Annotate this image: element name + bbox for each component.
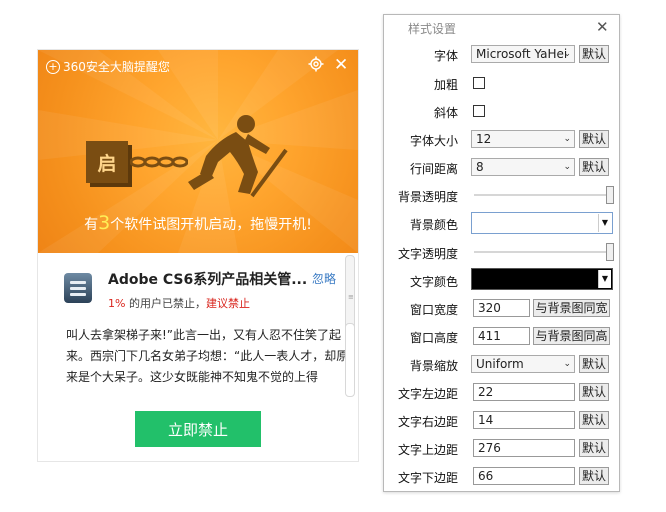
description-scrollbar[interactable] bbox=[345, 323, 355, 397]
margin-right-label: 文字右边距 bbox=[397, 415, 458, 429]
bg-scale-label: 背景缩放 bbox=[409, 359, 458, 373]
bg-scale-default-button[interactable]: 默认 bbox=[579, 355, 609, 373]
font-select-value: Microsoft YaHei bbox=[476, 47, 568, 61]
bg-scale-select[interactable]: Uniform ⌄ bbox=[471, 355, 575, 373]
font-default-button[interactable]: 默认 bbox=[579, 45, 609, 63]
panel-close-icon[interactable]: ✕ bbox=[596, 18, 609, 36]
bold-label: 加粗 bbox=[433, 78, 458, 92]
window-width-label: 窗口宽度 bbox=[409, 303, 458, 317]
app-title: Adobe CS6系列产品相关管... bbox=[108, 272, 308, 288]
disabled-percent: 1% bbox=[108, 297, 126, 310]
banner-msg-prefix: 有 bbox=[84, 217, 99, 233]
margin-bottom-label: 文字下边距 bbox=[397, 471, 458, 485]
chevron-down-icon: ⌄ bbox=[563, 134, 571, 144]
scrollbar-grip-icon: ≡ bbox=[348, 293, 354, 301]
text-opacity-slider[interactable] bbox=[474, 243, 614, 261]
startup-alert-popup: + 360安全大脑提醒您 ✕ 启 有3个软件试图开机启动，拖慢开机! Adobe… bbox=[38, 50, 358, 461]
bg-opacity-label: 背景透明度 bbox=[397, 190, 458, 204]
text-opacity-label: 文字透明度 bbox=[397, 247, 458, 261]
chevron-down-icon: ⌄ bbox=[563, 49, 571, 59]
bg-scale-value: Uniform bbox=[476, 357, 524, 371]
slider-track bbox=[474, 251, 610, 253]
line-spacing-label: 行间距离 bbox=[409, 162, 458, 176]
margin-top-default-button[interactable]: 默认 bbox=[579, 439, 609, 457]
text-color-label: 文字颜色 bbox=[409, 275, 458, 289]
runner-figure-icon bbox=[188, 115, 288, 198]
slider-track bbox=[474, 194, 610, 196]
chevron-down-icon: ⌄ bbox=[563, 162, 571, 172]
margin-right-input[interactable]: 14 bbox=[473, 411, 575, 429]
settings-gear-icon[interactable] bbox=[308, 56, 324, 76]
font-size-value: 12 bbox=[476, 132, 492, 146]
margin-top-label: 文字上边距 bbox=[397, 443, 458, 457]
line-spacing-select[interactable]: 8 ⌄ bbox=[471, 158, 575, 176]
ignore-link[interactable]: 忽略 bbox=[312, 270, 336, 287]
adobe-app-icon bbox=[64, 273, 92, 303]
window-height-label: 窗口高度 bbox=[409, 331, 458, 345]
brand-header: + 360安全大脑提醒您 bbox=[46, 58, 170, 75]
dropdown-arrow-icon: ▼ bbox=[598, 214, 611, 232]
style-settings-panel: 样式设置 ✕ 字体 Microsoft YaHei ⌄ 默认 加粗 斜体 字体大… bbox=[383, 14, 620, 492]
disabled-text: 的用户已禁止， bbox=[125, 297, 206, 310]
window-width-input[interactable]: 320 bbox=[473, 299, 530, 317]
description-area: 叫人去拿架梯子来!”此言一出，又有人忍不住笑了起来。西宗门下几名女弟子均想：“此… bbox=[38, 323, 358, 395]
advise-disable-link[interactable]: 建议禁止 bbox=[206, 297, 250, 310]
italic-label: 斜体 bbox=[433, 106, 458, 120]
bold-checkbox[interactable] bbox=[473, 77, 485, 89]
margin-left-input[interactable]: 22 bbox=[473, 383, 575, 401]
block-char: 启 bbox=[97, 152, 117, 175]
panel-title: 样式设置 bbox=[408, 22, 457, 36]
app-list-item: Adobe CS6系列产品相关管... 忽略 1% 的用户已禁止，建议禁止 bbox=[38, 253, 358, 323]
match-bg-height-button[interactable]: 与背景图同高 bbox=[533, 327, 610, 345]
font-select[interactable]: Microsoft YaHei ⌄ bbox=[471, 45, 575, 63]
font-size-default-button[interactable]: 默认 bbox=[579, 130, 609, 148]
bg-color-label: 背景颜色 bbox=[409, 218, 458, 232]
match-bg-width-button[interactable]: 与背景图同宽 bbox=[533, 299, 610, 317]
startup-block-icon: 启 bbox=[86, 141, 128, 183]
app-subtext: 1% 的用户已禁止，建议禁止 bbox=[108, 295, 250, 311]
window-height-input[interactable]: 411 bbox=[473, 327, 530, 345]
margin-right-default-button[interactable]: 默认 bbox=[579, 411, 609, 429]
line-spacing-default-button[interactable]: 默认 bbox=[579, 158, 609, 176]
slider-thumb[interactable] bbox=[606, 186, 614, 204]
font-size-label: 字体大小 bbox=[409, 134, 458, 148]
plus-logo-icon: + bbox=[46, 59, 60, 74]
chevron-down-icon: ⌄ bbox=[563, 359, 571, 369]
font-size-select[interactable]: 12 ⌄ bbox=[471, 130, 575, 148]
description-text: 叫人去拿架梯子来!”此言一出，又有人忍不住笑了起来。西宗门下几名女弟子均想：“此… bbox=[66, 328, 349, 384]
banner-msg-suffix: 个软件试图开机启动，拖慢开机! bbox=[110, 217, 312, 233]
margin-left-default-button[interactable]: 默认 bbox=[579, 383, 609, 401]
margin-top-input[interactable]: 276 bbox=[473, 439, 575, 457]
bg-opacity-slider[interactable] bbox=[474, 186, 614, 204]
dropdown-arrow-icon: ▼ bbox=[598, 270, 611, 288]
banner-msg-count: 3 bbox=[98, 212, 111, 234]
margin-bottom-input[interactable]: 66 bbox=[473, 467, 575, 485]
slider-thumb[interactable] bbox=[606, 243, 614, 261]
margin-left-label: 文字左边距 bbox=[397, 387, 458, 401]
brand-text: 360安全大脑提醒您 bbox=[63, 60, 170, 74]
font-label: 字体 bbox=[433, 49, 458, 63]
bg-color-picker[interactable]: ▼ bbox=[471, 212, 613, 234]
italic-checkbox[interactable] bbox=[473, 105, 485, 117]
banner-message: 有3个软件试图开机启动，拖慢开机! bbox=[38, 212, 358, 234]
alert-banner: + 360安全大脑提醒您 ✕ 启 有3个软件试图开机启动，拖慢开机! bbox=[38, 50, 358, 253]
text-color-picker[interactable]: ▼ bbox=[471, 268, 613, 290]
block-now-button[interactable]: 立即禁止 bbox=[135, 411, 261, 447]
close-icon[interactable]: ✕ bbox=[334, 56, 348, 74]
line-spacing-value: 8 bbox=[476, 160, 484, 174]
margin-bottom-default-button[interactable]: 默认 bbox=[579, 467, 609, 485]
